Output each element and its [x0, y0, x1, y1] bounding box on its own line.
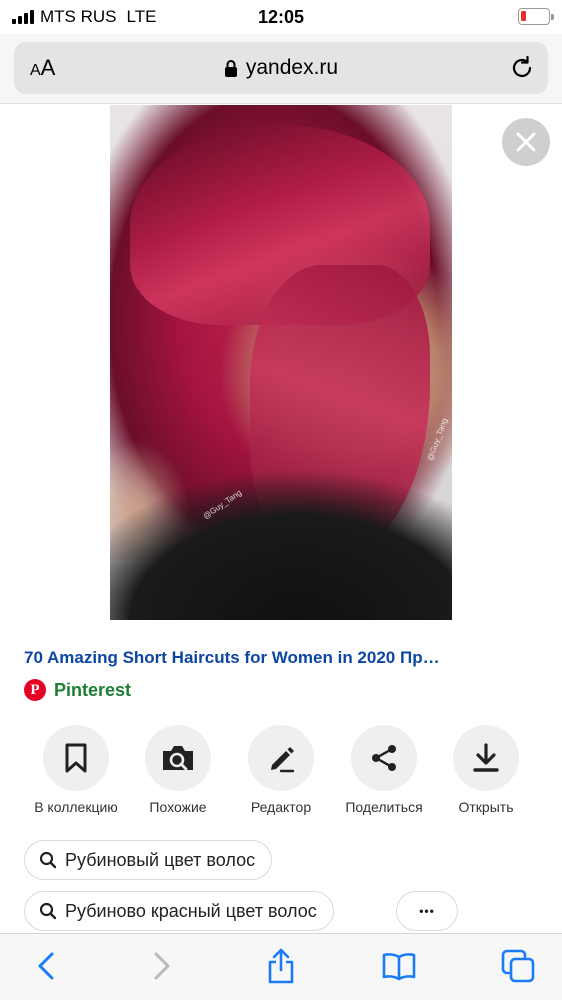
related-search-chip[interactable]: Рубиновый цвет волос	[24, 840, 273, 880]
action-label: Редактор	[250, 799, 312, 815]
pinterest-logo-icon: P	[24, 679, 46, 701]
lock-icon	[224, 60, 237, 77]
related-search-chip[interactable]: Рубиново красный цвет волос	[24, 891, 334, 931]
close-icon	[516, 132, 536, 152]
browser-address-area: AA yandex.ru	[0, 34, 562, 104]
tabs-button[interactable]	[500, 948, 536, 984]
add-to-collection-button[interactable]: В коллекцию	[24, 725, 128, 815]
share-button[interactable]: Поделиться	[332, 725, 436, 815]
action-label: Поделиться	[345, 799, 423, 815]
url-display[interactable]: yandex.ru	[14, 56, 548, 80]
more-button[interactable]: •••	[396, 891, 458, 931]
search-icon	[39, 902, 57, 920]
chevron-left-icon	[38, 952, 54, 980]
carrier-name: MTS RUS	[40, 7, 117, 26]
battery-icon	[518, 8, 554, 25]
browser-toolbar	[0, 933, 562, 1000]
result-title-link[interactable]: 70 Amazing Short Haircuts for Women in 2…	[24, 648, 544, 668]
share-icon	[372, 745, 396, 771]
source-name: Pinterest	[54, 679, 132, 700]
book-icon	[382, 953, 416, 981]
camera-search-icon	[163, 746, 193, 771]
bookmark-icon	[65, 743, 87, 773]
search-icon	[39, 851, 57, 869]
action-label: Похожие	[149, 799, 207, 815]
download-icon	[473, 743, 499, 772]
more-icon: •••	[419, 904, 435, 918]
pencil-icon	[271, 747, 295, 773]
status-bar: MTS RUS LTE 12:05	[0, 0, 562, 34]
open-button[interactable]: Открыть	[434, 725, 538, 815]
editor-button[interactable]: Редактор	[229, 725, 333, 815]
similar-button[interactable]: Похожие	[126, 725, 230, 815]
reload-icon[interactable]	[508, 54, 536, 82]
back-button[interactable]	[28, 948, 64, 984]
hair-photo[interactable]: @Guy_Tang @Guy_Tang	[110, 105, 452, 620]
action-bar: В коллекцию Похожие Редактор Поделиться …	[0, 725, 562, 825]
share-upload-icon	[268, 948, 294, 984]
source-link[interactable]: P Pinterest	[24, 679, 131, 701]
forward-button[interactable]	[144, 948, 180, 984]
address-bar[interactable]: AA yandex.ru	[14, 42, 548, 94]
network-type: LTE	[126, 7, 157, 26]
tabs-icon	[501, 949, 535, 983]
image-viewer: @Guy_Tang @Guy_Tang	[0, 105, 562, 620]
share-page-button[interactable]	[263, 948, 299, 984]
signal-strength-icon	[12, 10, 34, 24]
bookmarks-button[interactable]	[381, 948, 417, 984]
close-button[interactable]	[502, 118, 550, 166]
action-label: В коллекцию	[34, 799, 118, 815]
watermark: @Guy_Tang	[425, 417, 450, 462]
chevron-right-icon	[154, 952, 170, 980]
action-label: Открыть	[458, 799, 514, 815]
